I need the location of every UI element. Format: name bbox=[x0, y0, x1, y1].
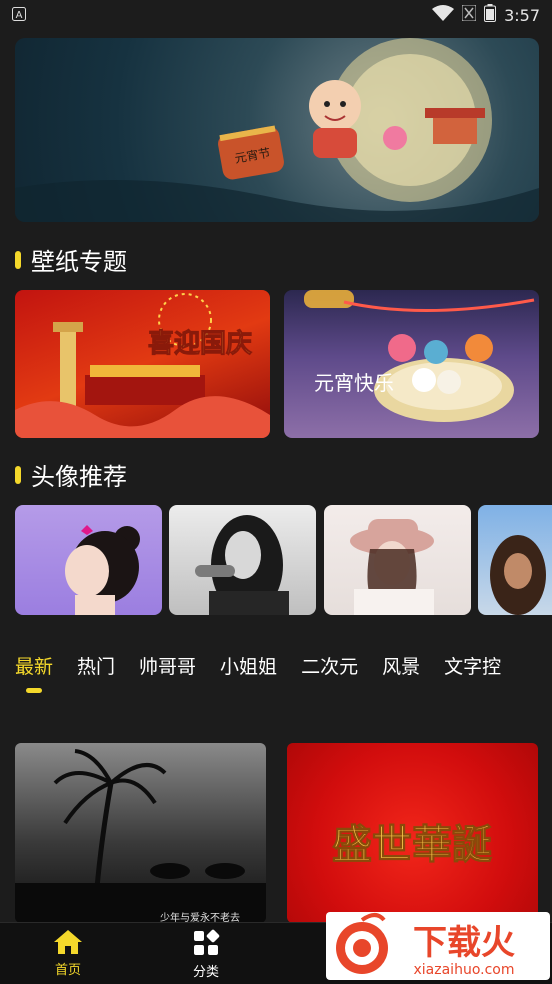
palm-horses-image: 少年与爱永不老去 bbox=[15, 749, 266, 923]
home-icon bbox=[28, 929, 108, 959]
tab-handsome[interactable]: 帅哥哥 bbox=[139, 652, 196, 679]
section-avatar-recommend: 头像推荐 bbox=[15, 457, 127, 492]
nav-category-label: 分类 bbox=[192, 965, 219, 980]
svg-text:下载火: 下载火 bbox=[413, 923, 515, 963]
wallpaper-card[interactable]: 少年与爱永不老去 bbox=[15, 743, 266, 923]
tab-text[interactable]: 文字控 bbox=[444, 652, 501, 679]
status-time: 3:57 bbox=[504, 5, 540, 25]
signal-muted-icon bbox=[461, 4, 477, 25]
section-title: 壁纸专题 bbox=[31, 248, 127, 276]
national-day-image: 喜迎国庆 bbox=[15, 293, 270, 438]
section-accent-bar bbox=[15, 250, 21, 269]
xiazaihuo-logo: 下载火 xiazaihuo.com bbox=[336, 913, 515, 978]
banner-carousel[interactable]: 元宵节 bbox=[15, 38, 539, 222]
topic-card[interactable]: 元宵快乐 bbox=[284, 290, 539, 438]
section-accent-bar bbox=[15, 465, 21, 484]
avatar-girl-pink-hat bbox=[350, 519, 434, 615]
grid-icon bbox=[166, 929, 246, 961]
avatar-person-partial bbox=[490, 535, 546, 615]
tab-ladies[interactable]: 小姐姐 bbox=[220, 652, 277, 679]
nav-category[interactable]: 分类 bbox=[166, 929, 246, 980]
notification-a-icon: A bbox=[12, 6, 26, 25]
tab-hot[interactable]: 热门 bbox=[77, 652, 115, 679]
svg-text:A: A bbox=[16, 10, 23, 21]
avatar-card[interactable] bbox=[15, 505, 162, 615]
nav-home-label: 首页 bbox=[54, 963, 81, 978]
nav-home[interactable]: 首页 bbox=[28, 929, 108, 978]
svg-text:喜迎国庆: 喜迎国庆 bbox=[148, 328, 252, 359]
avatar-card[interactable] bbox=[324, 505, 471, 615]
mid-autumn-illustration: 元宵节 bbox=[15, 38, 539, 222]
svg-text:xiazaihuo.com: xiazaihuo.com bbox=[414, 962, 515, 978]
category-tabs: 最新 热门 帅哥哥 小姐姐 二次元 风景 文字控 bbox=[15, 652, 501, 693]
wifi-icon bbox=[432, 5, 455, 25]
topic-card[interactable]: 喜迎国庆 bbox=[15, 290, 270, 438]
svg-text:盛世華誕: 盛世華誕 bbox=[332, 821, 492, 868]
watermark: 下载火 xiazaihuo.com bbox=[326, 912, 550, 980]
tab-scenery[interactable]: 风景 bbox=[382, 652, 420, 679]
avatar-card[interactable] bbox=[169, 505, 316, 615]
svg-text:元宵快乐: 元宵快乐 bbox=[314, 371, 394, 395]
section-wallpaper-topics: 壁纸专题 bbox=[15, 242, 127, 277]
tab-anime[interactable]: 二次元 bbox=[301, 652, 358, 679]
status-bar: A 3:57 bbox=[0, 0, 552, 30]
lantern-festival-image: 元宵快乐 bbox=[304, 290, 535, 422]
avatar-girl-bw bbox=[195, 515, 289, 615]
wallpaper-card[interactable]: 盛世華誕 bbox=[287, 743, 538, 923]
red-calligraphy-image: 盛世華誕 bbox=[332, 821, 493, 869]
avatar-girl-purple bbox=[65, 525, 140, 615]
avatar-card[interactable] bbox=[478, 505, 552, 615]
section-title: 头像推荐 bbox=[31, 463, 127, 491]
tab-latest[interactable]: 最新 bbox=[15, 652, 53, 693]
battery-icon bbox=[484, 4, 497, 26]
